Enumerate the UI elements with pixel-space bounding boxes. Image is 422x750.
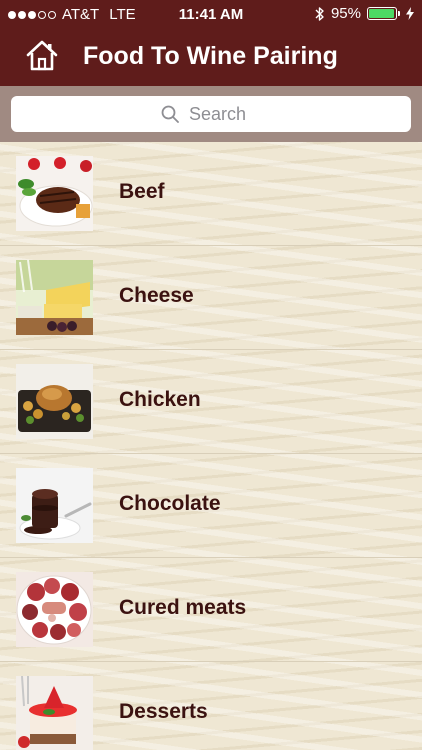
charging-bolt-icon	[406, 7, 414, 20]
battery-icon	[367, 7, 400, 20]
list-item-label: Chicken	[119, 388, 201, 411]
status-right: 95%	[315, 5, 414, 22]
search-icon	[161, 105, 179, 123]
beef-thumbnail	[16, 156, 93, 231]
home-button[interactable]	[24, 38, 60, 74]
battery-tip	[398, 11, 400, 16]
list-item-chicken[interactable]: Chicken	[0, 350, 422, 454]
cured-meats-thumbnail	[16, 572, 93, 647]
cheese-thumbnail	[16, 260, 93, 335]
chicken-thumbnail	[16, 364, 93, 439]
list-item-beef[interactable]: Beef	[0, 142, 422, 246]
list-item-desserts[interactable]: Desserts	[0, 662, 422, 750]
search-input[interactable]	[187, 102, 261, 126]
app-screen: AT&T LTE 11:41 AM 95% Food To Wine Pairi…	[0, 0, 422, 750]
list-item-cured-meats[interactable]: Cured meats	[0, 558, 422, 662]
page-title: Food To Wine Pairing	[83, 42, 338, 70]
chocolate-thumbnail	[16, 468, 93, 543]
category-list: Beef Cheese Chicken Chocolate Cured meat…	[0, 142, 422, 750]
battery-fill	[369, 9, 394, 18]
desserts-thumbnail	[16, 676, 93, 750]
list-item-label: Cured meats	[119, 596, 247, 619]
list-item-cheese[interactable]: Cheese	[0, 246, 422, 350]
search-field[interactable]	[11, 96, 411, 132]
list-item-label: Beef	[119, 180, 165, 203]
list-item-label: Cheese	[119, 284, 194, 307]
status-bar: AT&T LTE 11:41 AM 95%	[0, 0, 422, 30]
list-item-chocolate[interactable]: Chocolate	[0, 454, 422, 558]
nav-bar: Food To Wine Pairing	[0, 30, 422, 86]
home-icon	[26, 40, 58, 71]
search-bar	[0, 86, 422, 142]
header: AT&T LTE 11:41 AM 95% Food To Wine Pairi…	[0, 0, 422, 86]
battery-body	[367, 7, 397, 20]
list-item-label: Desserts	[119, 700, 208, 723]
list-item-label: Chocolate	[119, 492, 221, 515]
bluetooth-icon	[315, 6, 324, 21]
battery-percent: 95%	[330, 5, 361, 22]
